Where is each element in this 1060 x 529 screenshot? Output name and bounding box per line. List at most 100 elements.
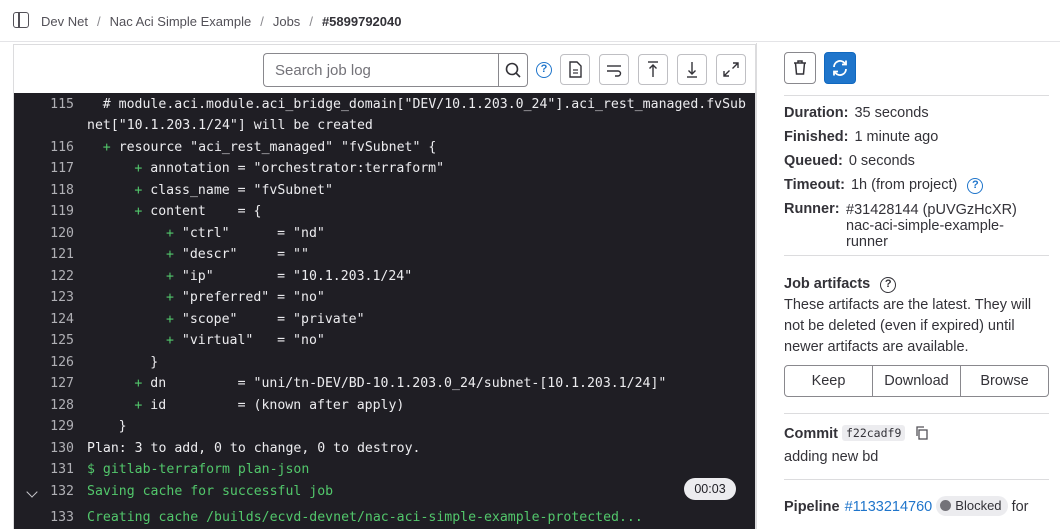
line-number[interactable]: 115 xyxy=(14,97,74,112)
log-text: } xyxy=(150,355,158,370)
line-number[interactable]: 123 xyxy=(14,290,74,305)
breadcrumb-item-job[interactable]: #5899792040 xyxy=(322,14,402,29)
log-line: 127 + dn = "uni/tn-DEV/BD-10.1.203.0_24/s… xyxy=(14,376,755,397)
help-icon[interactable]: ? xyxy=(880,277,897,293)
copy-icon[interactable] xyxy=(915,426,929,440)
pipeline-status-badge[interactable]: Blocked xyxy=(936,496,1008,516)
timeout-row: Timeout: 1h (from project) ? xyxy=(784,177,984,194)
log-line: 125 + "virtual" = "no" xyxy=(14,333,755,354)
commit-sha[interactable]: f22cadf9 xyxy=(841,425,906,441)
scroll-bottom-button[interactable] xyxy=(677,54,707,85)
line-number[interactable]: 127 xyxy=(14,376,74,391)
line-number[interactable]: 126 xyxy=(14,355,74,370)
log-content: class_name = "fvSubnet" xyxy=(150,183,333,198)
line-number[interactable]: 120 xyxy=(14,226,74,241)
line-number[interactable]: 125 xyxy=(14,333,74,348)
log-text: + annotation = "orchestrator:terraform" xyxy=(134,161,444,176)
queued-row: Queued: 0 seconds xyxy=(784,153,915,169)
trash-icon xyxy=(794,60,806,75)
line-number[interactable]: 121 xyxy=(14,247,74,262)
browse-button[interactable]: Browse xyxy=(961,366,1048,396)
log-text: + content = { xyxy=(134,204,261,219)
raw-log-button[interactable] xyxy=(560,54,590,85)
log-text: # module.aci.module.aci_bridge_domain["D… xyxy=(103,97,746,112)
line-number[interactable]: 122 xyxy=(14,269,74,284)
sidebar-toggle-icon[interactable] xyxy=(13,12,29,28)
log-line: 122 + "ip" = "10.1.203.1/24" xyxy=(14,269,755,290)
divider xyxy=(784,479,1049,480)
log-text: + dn = "uni/tn-DEV/BD-10.1.203.0_24/subn… xyxy=(134,376,666,391)
log-content: "preferred" = "no" xyxy=(181,290,325,305)
log-line: 132 Saving cache for successful job xyxy=(14,484,755,505)
line-number[interactable]: 116 xyxy=(14,140,74,155)
log-content: } xyxy=(118,419,127,434)
log-content: dn = "uni/tn-DEV/BD-10.1.203.0_24/subnet… xyxy=(150,376,667,391)
help-icon[interactable]: ? xyxy=(536,62,552,78)
breadcrumb-item-project[interactable]: Nac Aci Simple Example xyxy=(110,14,252,29)
log-text: } xyxy=(119,419,127,434)
log-content: "virtual" = "no" xyxy=(181,333,325,348)
log-content: Creating cache /builds/ecvd-devnet/nac-a… xyxy=(87,510,643,525)
top-bar: Dev Net / Nac Aci Simple Example / Jobs … xyxy=(0,0,1060,42)
pipeline-link[interactable]: #1133214760 xyxy=(845,499,933,515)
erase-log-button[interactable] xyxy=(784,52,816,84)
line-number[interactable]: 124 xyxy=(14,312,74,327)
download-button[interactable]: Download xyxy=(873,366,961,396)
section-duration-badge: 00:03 xyxy=(684,478,736,500)
log-line: 133 Creating cache /builds/ecvd-devnet/na… xyxy=(14,510,755,529)
line-number[interactable]: 118 xyxy=(14,183,74,198)
log-text: Creating cache /builds/ecvd-devnet/nac-a… xyxy=(87,510,643,525)
log-text: + "virtual" = "no" xyxy=(166,333,325,348)
scroll-bottom-icon xyxy=(687,62,697,78)
log-text: + class_name = "fvSubnet" xyxy=(134,183,333,198)
pipeline-row: Pipeline #1133214760 Blocked for xyxy=(784,496,1029,516)
log-text: + "ctrl" = "nd" xyxy=(166,226,325,241)
retry-icon xyxy=(833,60,847,76)
retry-button[interactable] xyxy=(824,52,856,84)
search-input[interactable]: Search job log xyxy=(263,53,499,87)
log-toolbar: Search job log ? xyxy=(14,44,755,93)
line-number[interactable]: 128 xyxy=(14,398,74,413)
scroll-top-icon xyxy=(648,61,658,77)
breadcrumb-separator: / xyxy=(260,13,264,29)
diff-plus-marker: + xyxy=(134,376,143,391)
breadcrumb-item-group[interactable]: Dev Net xyxy=(41,14,88,29)
log-line: 126} xyxy=(14,355,755,376)
keep-button[interactable]: Keep xyxy=(785,366,873,396)
log-content: "scope" = "private" xyxy=(181,312,365,327)
artifacts-button-group: Keep Download Browse xyxy=(784,365,1049,397)
log-text: + "scope" = "private" xyxy=(166,312,365,327)
line-number[interactable]: 129 xyxy=(14,419,74,434)
log-line: 119 + content = { xyxy=(14,204,755,225)
line-number[interactable]: 132 xyxy=(14,484,74,499)
log-line: 120 + "ctrl" = "nd" xyxy=(14,226,755,247)
diff-plus-marker: + xyxy=(166,269,174,284)
line-number[interactable]: 119 xyxy=(14,204,74,219)
wrap-lines-icon xyxy=(607,65,622,77)
search-button[interactable] xyxy=(498,53,528,87)
diff-plus-marker: + xyxy=(134,398,143,413)
log-line: 130 Plan: 3 to add, 0 to change, 0 to des… xyxy=(14,441,755,462)
wrap-lines-button[interactable] xyxy=(599,54,629,85)
log-content: "ctrl" = "nd" xyxy=(181,226,325,241)
job-sidebar: Duration: 35 seconds Finished: 1 minute ag… xyxy=(756,43,1060,529)
help-icon[interactable]: ? xyxy=(967,178,984,194)
scroll-top-button[interactable] xyxy=(638,54,668,85)
divider xyxy=(784,255,1049,256)
log-line: 115 # module.aci.module.aci_bridge_domain… xyxy=(14,97,755,118)
line-number[interactable]: 133 xyxy=(14,510,74,525)
log-line: net["10.1.203.1/24"] will be created xyxy=(14,118,755,139)
log-text: $ gitlab-terraform plan-json xyxy=(87,462,309,477)
runner-value: #31428144 (pUVGzHcXR) nac-aci-simple-exa… xyxy=(846,202,1017,250)
divider xyxy=(784,95,1049,96)
fullscreen-button[interactable] xyxy=(716,54,746,85)
line-number[interactable]: 117 xyxy=(14,161,74,176)
line-number[interactable]: 130 xyxy=(14,441,74,456)
breadcrumb-item-jobs[interactable]: Jobs xyxy=(273,14,300,29)
status-blocked-icon xyxy=(940,500,952,511)
log-content: net["10.1.203.1/24"] will be created xyxy=(87,118,373,133)
log-line: 121 + "descr" = "" xyxy=(14,247,755,268)
line-number[interactable]: 131 xyxy=(14,462,74,477)
job-log-panel: Search job log ? 115 # module.aci.module.… xyxy=(13,44,756,529)
diff-plus-marker: + xyxy=(134,204,143,219)
